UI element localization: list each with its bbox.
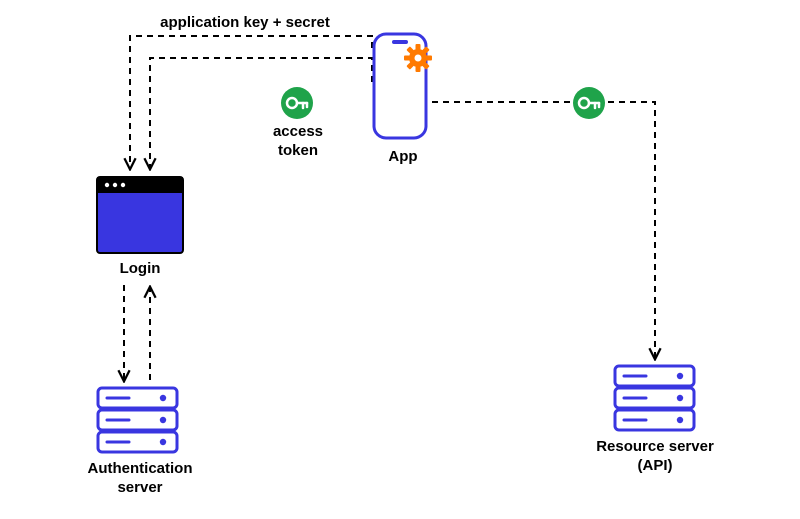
- access-token-label: access token: [263, 123, 333, 161]
- resource-server-label: Resource server (API): [585, 438, 725, 476]
- arrow-app-to-login-key: [130, 36, 372, 168]
- arrow-app-to-resource: [432, 102, 655, 358]
- app-node: [370, 30, 440, 145]
- arrow-app-to-login-token: [150, 58, 372, 168]
- key-icon: [572, 86, 606, 120]
- key-icon: [280, 86, 314, 120]
- app-label: App: [368, 148, 438, 167]
- auth-server-node: [95, 385, 180, 455]
- gear-icon: [404, 44, 432, 72]
- login-label: Login: [95, 260, 185, 279]
- login-node: [95, 175, 185, 255]
- auth-server-label: Authentication server: [75, 460, 205, 498]
- oauth-flow-diagram: App access token application key + secre…: [0, 0, 800, 519]
- resource-server-node: [612, 363, 697, 433]
- app-key-secret-label: application key + secret: [135, 14, 355, 33]
